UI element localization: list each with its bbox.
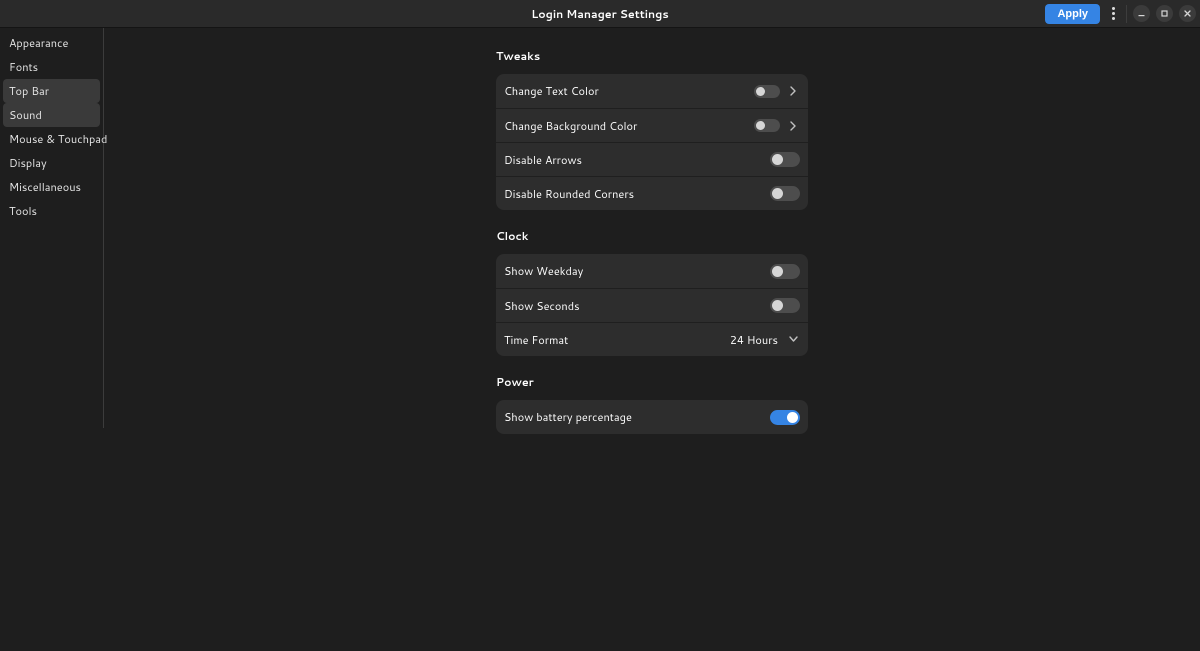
maximize-button[interactable] [1156, 5, 1173, 22]
list-tweaks: Change Text Color Change Background Colo… [496, 74, 808, 210]
row-label: Show Weekday [504, 263, 770, 279]
close-button[interactable] [1179, 5, 1196, 22]
row-label: Change Text Color [504, 83, 754, 99]
sidebar-item-display[interactable]: Display [3, 151, 100, 175]
time-format-value: 24 Hours [730, 332, 778, 348]
sidebar-item-fonts[interactable]: Fonts [3, 55, 100, 79]
row-label: Time Format [504, 332, 730, 348]
row-label: Show battery percentage [504, 409, 770, 425]
header-bar: Login Manager Settings Apply [0, 0, 1200, 28]
row-show-weekday[interactable]: Show Weekday [496, 254, 808, 288]
switch-disable-rounded-corners[interactable] [770, 186, 800, 201]
group-tweaks: Tweaks Change Text Color Change Backgrou… [496, 48, 808, 210]
chevron-right-icon [786, 84, 800, 98]
kebab-menu-icon[interactable] [1106, 4, 1120, 24]
sidebar-item-miscellaneous[interactable]: Miscellaneous [3, 175, 100, 199]
group-power: Power Show battery percentage [496, 374, 808, 434]
switch-show-battery-percentage[interactable] [770, 410, 800, 425]
switch-disable-arrows[interactable] [770, 152, 800, 167]
group-title-power: Power [496, 374, 808, 390]
row-change-background-color[interactable]: Change Background Color [496, 108, 808, 142]
minimize-button[interactable] [1133, 5, 1150, 22]
row-label: Change Background Color [504, 118, 754, 134]
sidebar-item-top-bar[interactable]: Top Bar [3, 79, 100, 103]
sidebar-item-mouse-touchpad[interactable]: Mouse & Touchpad [3, 127, 100, 151]
chevron-right-icon [786, 119, 800, 133]
window-title: Login Manager Settings [531, 6, 668, 22]
header-controls: Apply [1045, 4, 1196, 24]
switch-change-background-color[interactable] [754, 119, 780, 132]
group-clock: Clock Show Weekday Show Seconds Time For… [496, 228, 808, 356]
separator [1126, 5, 1127, 23]
group-title-clock: Clock [496, 228, 808, 244]
row-show-battery-percentage[interactable]: Show battery percentage [496, 400, 808, 434]
main-content: Tweaks Change Text Color Change Backgrou… [104, 28, 1200, 651]
row-show-seconds[interactable]: Show Seconds [496, 288, 808, 322]
sidebar-item-appearance[interactable]: Appearance [3, 31, 100, 55]
sidebar: Appearance Fonts Top Bar Sound Mouse & T… [0, 28, 104, 428]
list-power: Show battery percentage [496, 400, 808, 434]
row-label: Disable Rounded Corners [504, 186, 770, 202]
apply-button[interactable]: Apply [1045, 4, 1100, 24]
caret-down-icon [786, 333, 800, 347]
switch-change-text-color[interactable] [754, 85, 780, 98]
sidebar-item-sound[interactable]: Sound [3, 103, 100, 127]
group-title-tweaks: Tweaks [496, 48, 808, 64]
row-disable-arrows[interactable]: Disable Arrows [496, 142, 808, 176]
row-time-format[interactable]: Time Format 24 Hours [496, 322, 808, 356]
row-label: Disable Arrows [504, 152, 770, 168]
list-clock: Show Weekday Show Seconds Time Format 24… [496, 254, 808, 356]
switch-show-weekday[interactable] [770, 264, 800, 279]
sidebar-item-tools[interactable]: Tools [3, 199, 100, 223]
row-change-text-color[interactable]: Change Text Color [496, 74, 808, 108]
row-disable-rounded-corners[interactable]: Disable Rounded Corners [496, 176, 808, 210]
switch-show-seconds[interactable] [770, 298, 800, 313]
row-label: Show Seconds [504, 298, 770, 314]
